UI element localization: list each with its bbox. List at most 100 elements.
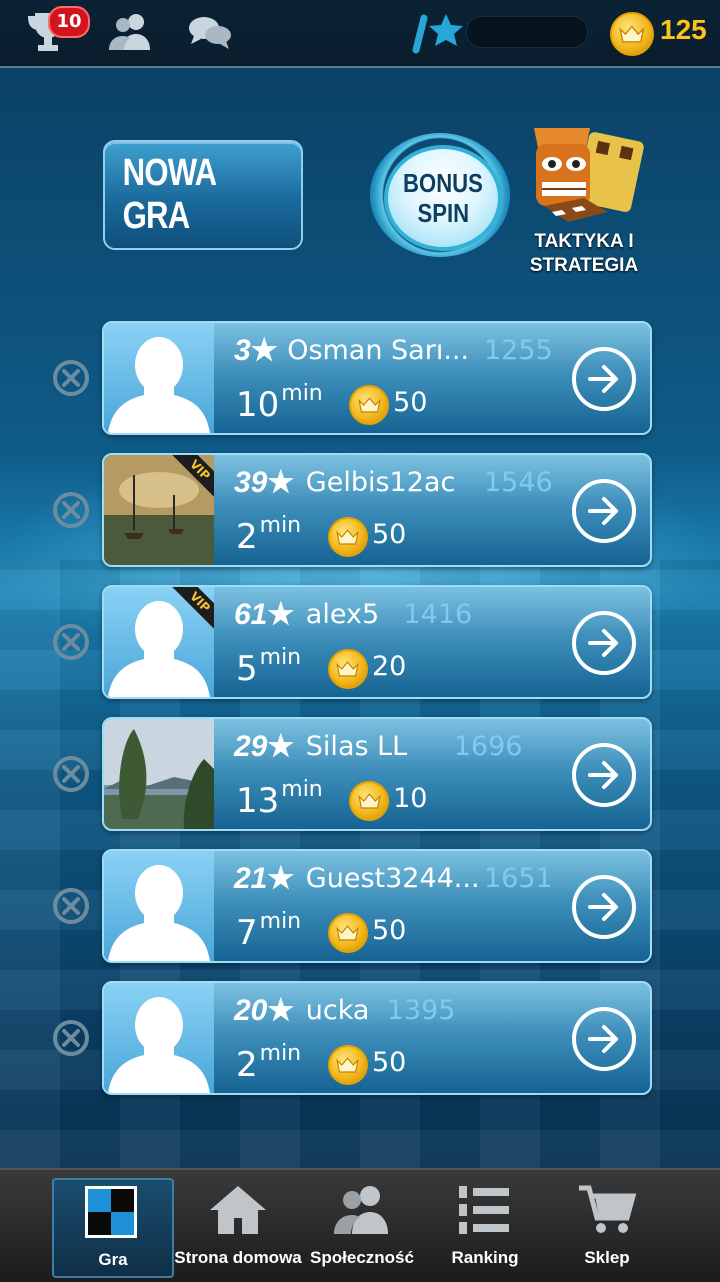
community-icon <box>334 1186 388 1234</box>
player-rating: 1395 <box>386 995 456 1026</box>
close-icon <box>53 756 89 792</box>
player-name: Osman Sarı... <box>287 335 470 366</box>
stake-amount: 50 <box>372 915 407 946</box>
game-card[interactable]: 3★ Osman Sarı... 1255 10min 50 <box>102 321 652 435</box>
time-value: 7 <box>236 913 258 953</box>
time-control: 5min <box>236 645 301 689</box>
player-rating: 1255 <box>484 335 553 366</box>
nav-ranking[interactable]: Ranking <box>430 1170 540 1282</box>
remove-game-button[interactable] <box>52 1019 90 1057</box>
tiki-mask-icon <box>534 128 644 222</box>
game-card[interactable]: 29★ Silas LL 1696 13min 10 <box>102 717 652 831</box>
join-game-button[interactable] <box>572 347 636 411</box>
stake-amount: 10 <box>393 783 428 814</box>
level-star-icon <box>410 10 466 56</box>
top-bar: 10 125 <box>0 0 720 68</box>
bottom-navigation: Gra Strona domowa Społeczność Ranking Sk… <box>0 1168 720 1282</box>
game-card[interactable]: VIP 61★ alex5 1416 5min 20 <box>102 585 652 699</box>
time-value: 5 <box>236 649 258 689</box>
game-info: 21★ Guest3244... 1651 7min 50 <box>214 851 650 961</box>
player-level: 21★ <box>234 861 294 896</box>
game-card[interactable]: VIP 39★ Gelbis12ac 1546 2min 50 <box>102 453 652 567</box>
arrow-right-icon <box>588 365 618 393</box>
nav-game[interactable]: Gra <box>52 1178 174 1278</box>
join-game-button[interactable] <box>572 611 636 675</box>
player-avatar <box>104 851 214 961</box>
time-unit: min <box>281 381 323 406</box>
player-level: 61★ <box>234 597 294 632</box>
player-name: ucka <box>305 995 370 1026</box>
nav-community-label: Społeczność <box>310 1248 414 1267</box>
player-avatar: VIP <box>104 587 214 697</box>
join-game-button[interactable] <box>572 875 636 939</box>
time-control: 13min <box>236 777 323 821</box>
remove-game-button[interactable] <box>52 359 90 397</box>
tactics-strategy-button[interactable]: TAKTYKA I STRATEGIA <box>522 118 646 278</box>
player-avatar <box>104 719 214 829</box>
player-level-value: 3 <box>234 334 251 367</box>
chat-icon[interactable] <box>186 8 234 56</box>
nav-game-label: Gra <box>98 1250 128 1269</box>
join-game-button[interactable] <box>572 743 636 807</box>
bonus-spin-face: BONUS SPIN <box>384 145 502 251</box>
star-icon: ★ <box>267 994 295 1027</box>
nav-community[interactable]: Społeczność <box>306 1170 418 1282</box>
game-card[interactable]: 20★ ucka 1395 2min 50 <box>102 981 652 1095</box>
player-level-value: 21 <box>234 862 268 895</box>
tactics-label: TAKTYKA I STRATEGIA <box>522 230 646 278</box>
game-info: 20★ ucka 1395 2min 50 <box>214 983 650 1093</box>
board-icon <box>85 1186 137 1238</box>
player-level-value: 61 <box>234 598 268 631</box>
nav-home[interactable]: Strona domowa <box>174 1170 302 1282</box>
arrow-right-icon <box>588 761 618 789</box>
coin-icon <box>328 517 368 557</box>
cart-icon <box>579 1185 637 1233</box>
nav-shop[interactable]: Sklep <box>552 1170 662 1282</box>
join-game-button[interactable] <box>572 1007 636 1071</box>
bonus-spin-button[interactable]: BONUS SPIN <box>370 133 510 257</box>
friends-icon[interactable] <box>106 8 154 56</box>
player-name: alex5 <box>305 599 380 630</box>
player-level: 3★ <box>234 333 278 368</box>
remove-game-button[interactable] <box>52 491 90 529</box>
stake-amount: 20 <box>372 651 407 682</box>
player-rating: 1416 <box>403 599 473 630</box>
player-level-value: 39 <box>234 466 268 499</box>
game-info: 61★ alex5 1416 5min 20 <box>214 587 650 697</box>
game-info: 3★ Osman Sarı... 1255 10min 50 <box>214 323 650 433</box>
join-game-button[interactable] <box>572 479 636 543</box>
arrow-right-icon <box>588 629 618 657</box>
xp-progress-bar <box>466 16 588 48</box>
star-icon: ★ <box>250 334 278 367</box>
player-level-value: 20 <box>234 994 268 1027</box>
remove-game-button[interactable] <box>52 887 90 925</box>
star-icon: ★ <box>267 598 295 631</box>
time-unit: min <box>281 777 323 802</box>
close-icon <box>53 888 89 924</box>
tactics-label-line2: STRATEGIA <box>529 255 639 276</box>
arrow-right-icon <box>588 893 618 921</box>
player-avatar <box>104 983 214 1093</box>
ranking-icon <box>459 1186 509 1234</box>
game-card[interactable]: 21★ Guest3244... 1651 7min 50 <box>102 849 652 963</box>
player-rating: 1696 <box>453 731 523 762</box>
remove-game-button[interactable] <box>52 623 90 661</box>
remove-game-button[interactable] <box>52 755 90 793</box>
player-rating: 1546 <box>484 467 553 498</box>
player-name: Silas LL <box>305 731 408 762</box>
close-icon <box>53 624 89 660</box>
arrow-right-icon <box>588 1025 618 1053</box>
time-unit: min <box>259 1041 302 1066</box>
arrow-right-icon <box>588 497 618 525</box>
time-control: 7min <box>236 909 301 953</box>
coin-balance: 125 <box>660 14 707 45</box>
player-level: 20★ <box>234 993 294 1028</box>
time-control: 10min <box>236 381 323 425</box>
new-game-button[interactable]: NOWA GRA <box>103 140 303 250</box>
notification-badge: 10 <box>48 6 90 38</box>
close-icon <box>53 492 89 528</box>
stake-amount: 50 <box>372 1047 407 1078</box>
game-info: 29★ Silas LL 1696 13min 10 <box>214 719 650 829</box>
spin-label: SPIN <box>417 198 469 228</box>
close-icon <box>53 1020 89 1056</box>
